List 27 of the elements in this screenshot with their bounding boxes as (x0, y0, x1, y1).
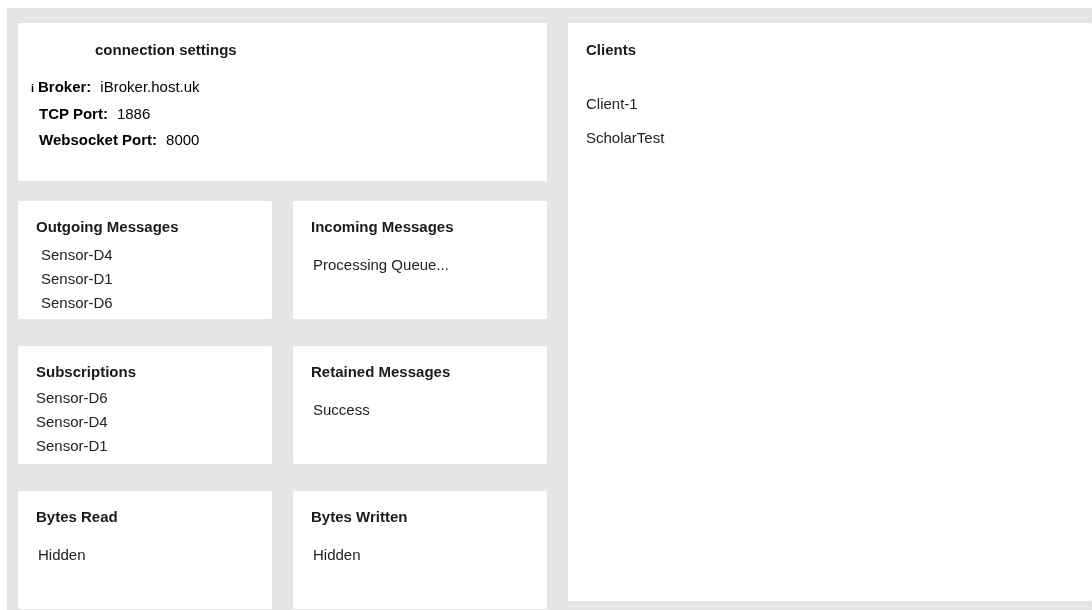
field-label: Websocket Port: (39, 130, 158, 150)
panel-title: Bytes Written (311, 507, 409, 527)
field-label: TCP Port: (39, 104, 108, 124)
panel-title: Incoming Messages (311, 217, 455, 237)
panel-entry: Sensor-D4 (36, 412, 109, 432)
panel-title: Bytes Read (36, 507, 119, 527)
field-value: iBroker.host.uk (100, 77, 200, 97)
field-value: 1886 (116, 104, 151, 124)
field-value: 8000 (166, 130, 200, 150)
panel-entry: Hidden (38, 545, 87, 565)
card-title: connection settings (95, 40, 238, 60)
panel-title: Clients (586, 40, 637, 60)
panel-entry: Success (313, 400, 371, 420)
panel-title: Outgoing Messages (36, 217, 180, 237)
panel-entry: Sensor-D6 (41, 293, 114, 313)
panel-entry: Sensor-D4 (41, 245, 114, 265)
panel-entry: Sensor-D1 (41, 269, 114, 289)
field-label: Broker: (38, 77, 92, 97)
panel-entry: Hidden (313, 545, 362, 565)
panel-entry: Processing Queue... (313, 255, 450, 275)
panel-entry: Sensor-D1 (36, 436, 109, 456)
client-entry[interactable]: ScholarTest (586, 126, 1092, 150)
client-entry[interactable]: Client-1 (586, 92, 1092, 116)
panel-entry: Sensor-D6 (36, 388, 109, 408)
panel-title: Subscriptions (36, 362, 137, 382)
panel-title: Retained Messages (311, 362, 452, 382)
info-mark: i (31, 81, 36, 96)
